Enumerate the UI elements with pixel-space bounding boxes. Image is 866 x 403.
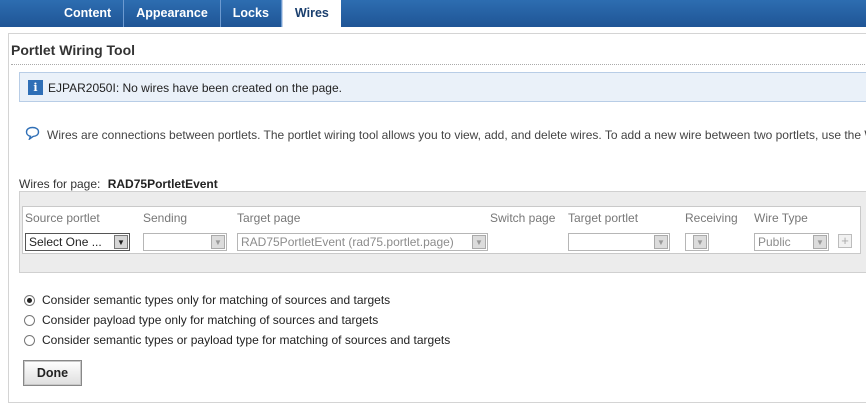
- chevron-down-icon: ▼: [114, 235, 128, 249]
- radio-semantic-or-payload[interactable]: [24, 334, 35, 346]
- matching-option-payload[interactable]: Consider payload type only for matching …: [24, 310, 450, 330]
- chevron-down-icon: ▼: [654, 235, 668, 249]
- done-button[interactable]: Done: [23, 360, 82, 386]
- sending-select[interactable]: ▼: [143, 233, 227, 251]
- matching-option-label: Consider semantic types only for matchin…: [42, 293, 391, 307]
- wires-for-page-caption: Wires for page:: [19, 177, 101, 191]
- title-divider: [11, 64, 866, 65]
- col-header-receiving: Receiving: [685, 211, 738, 225]
- radio-payload[interactable]: [24, 314, 35, 326]
- top-navigation-bar: Content Appearance Locks Wires: [0, 0, 866, 27]
- source-portlet-value: Select One ...: [29, 235, 102, 249]
- radio-semantic[interactable]: [24, 294, 35, 306]
- wire-type-value: Public: [758, 235, 791, 249]
- target-page-value: RAD75PortletEvent (rad75.portlet.page): [241, 235, 454, 249]
- chevron-down-icon: ▼: [813, 235, 827, 249]
- info-message-text: EJPAR2050I: No wires have been created o…: [48, 81, 342, 95]
- col-header-source-portlet: Source portlet: [25, 211, 100, 225]
- target-portlet-select[interactable]: ▼: [568, 233, 670, 251]
- plus-icon: +: [841, 233, 849, 248]
- chevron-down-icon: ▼: [693, 235, 707, 249]
- tab-appearance[interactable]: Appearance: [124, 0, 221, 27]
- matching-option-label: Consider payload type only for matching …: [42, 313, 379, 327]
- target-page-select[interactable]: RAD75PortletEvent (rad75.portlet.page) ▼: [237, 233, 488, 251]
- col-header-target-page: Target page: [237, 211, 301, 225]
- tab-locks[interactable]: Locks: [221, 0, 282, 27]
- tab-content[interactable]: Content: [52, 0, 125, 27]
- info-icon: i: [28, 80, 43, 95]
- chevron-down-icon: ▼: [211, 235, 225, 249]
- help-description: Wires are connections between portlets. …: [47, 128, 866, 142]
- col-header-wire-type: Wire Type: [754, 211, 808, 225]
- matching-option-label: Consider semantic types or payload type …: [42, 333, 451, 347]
- page-title: Portlet Wiring Tool: [11, 42, 136, 58]
- wires-page-name: RAD75PortletEvent: [107, 177, 218, 191]
- wires-for-page-label: Wires for page: RAD75PortletEvent: [19, 177, 218, 191]
- chevron-down-icon: ▼: [472, 235, 486, 249]
- receiving-select[interactable]: ▼: [685, 233, 709, 251]
- matching-options-group: Consider semantic types only for matchin…: [24, 290, 450, 350]
- matching-option-semantic[interactable]: Consider semantic types only for matchin…: [24, 290, 450, 310]
- col-header-target-portlet: Target portlet: [568, 211, 639, 225]
- info-message-box: i EJPAR2050I: No wires have been created…: [19, 72, 866, 102]
- tab-wires[interactable]: Wires: [281, 0, 341, 27]
- col-header-sending: Sending: [143, 211, 188, 225]
- wires-table: Source portlet Sending Target page Switc…: [22, 206, 861, 254]
- matching-option-semantic-or-payload[interactable]: Consider semantic types or payload type …: [24, 330, 450, 350]
- col-header-switch-page: Switch page: [490, 211, 556, 225]
- add-wire-button[interactable]: +: [838, 234, 852, 248]
- tab-strip: Content Appearance Locks Wires: [52, 0, 341, 27]
- source-portlet-select[interactable]: Select One ... ▼: [25, 233, 130, 251]
- wires-table-container: Source portlet Sending Target page Switc…: [19, 191, 866, 273]
- wire-type-select[interactable]: Public ▼: [754, 233, 829, 251]
